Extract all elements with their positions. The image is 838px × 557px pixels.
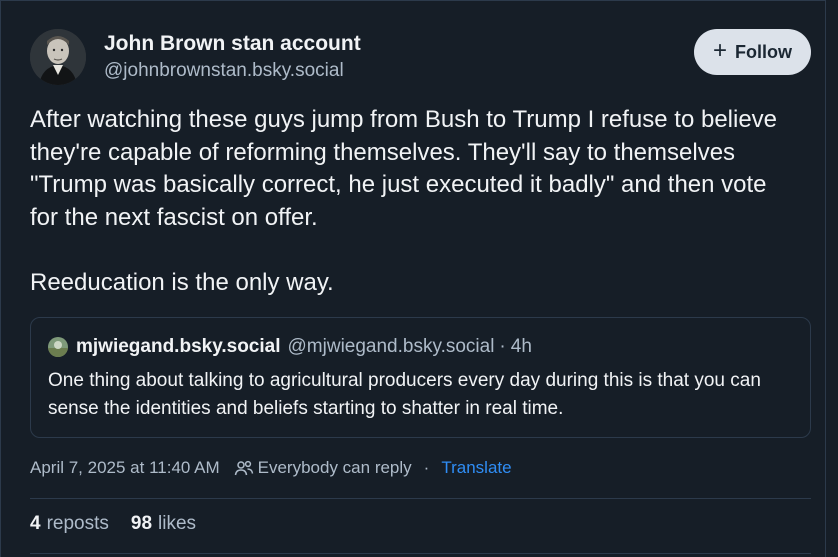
plus-icon: +	[712, 37, 727, 64]
avatar-portrait-icon	[30, 29, 86, 85]
quoted-post-header: mjwiegand.bsky.social @mjwiegand.bsky.so…	[48, 336, 532, 358]
likes-stat[interactable]: 98 likes	[131, 513, 196, 535]
stats-divider-bottom	[30, 553, 811, 554]
post-text: After watching these guys jump from Bush…	[30, 106, 778, 296]
quoted-post[interactable]: mjwiegand.bsky.social @mjwiegand.bsky.so…	[30, 317, 811, 438]
author-handle[interactable]: @johnbrownstan.bsky.social	[104, 59, 361, 83]
stats-divider-top	[30, 498, 811, 499]
likes-count: 98	[130, 513, 153, 534]
quoted-separator: ·	[499, 336, 506, 357]
post-meta: April 7, 2025 at 11:40 AM Everybody can …	[30, 458, 512, 478]
likes-label: likes	[158, 513, 197, 534]
translate-link[interactable]: Translate	[441, 458, 511, 478]
post-stats: 4 reposts 98 likes	[30, 513, 196, 535]
author-avatar[interactable]	[30, 29, 86, 85]
post-timestamp: April 7, 2025 at 11:40 AM	[30, 458, 220, 477]
meta-separator: ·	[423, 458, 430, 477]
reply-setting[interactable]: Everybody can reply	[258, 458, 412, 478]
quoted-post-time: 4h	[510, 336, 532, 357]
author-names: John Brown stan account @johnbrownstan.b…	[104, 31, 361, 83]
reposts-count: 4	[30, 513, 41, 534]
author-display-name[interactable]: John Brown stan account	[104, 31, 361, 57]
post-header: John Brown stan account @johnbrownstan.b…	[30, 29, 811, 87]
quoted-author-display-name: mjwiegand.bsky.social	[76, 336, 281, 357]
reposts-stat[interactable]: 4 reposts	[30, 513, 109, 535]
follow-button[interactable]: + Follow	[694, 29, 811, 75]
follow-button-label: Follow	[735, 41, 792, 62]
avatar-landscape-icon	[48, 337, 68, 357]
quoted-post-text: One thing about talking to agricultural …	[48, 370, 761, 419]
quoted-author-avatar	[48, 337, 68, 357]
people-icon	[234, 459, 254, 477]
reposts-label: reposts	[46, 513, 109, 534]
quoted-author-handle: @mjwiegand.bsky.social	[287, 336, 495, 357]
